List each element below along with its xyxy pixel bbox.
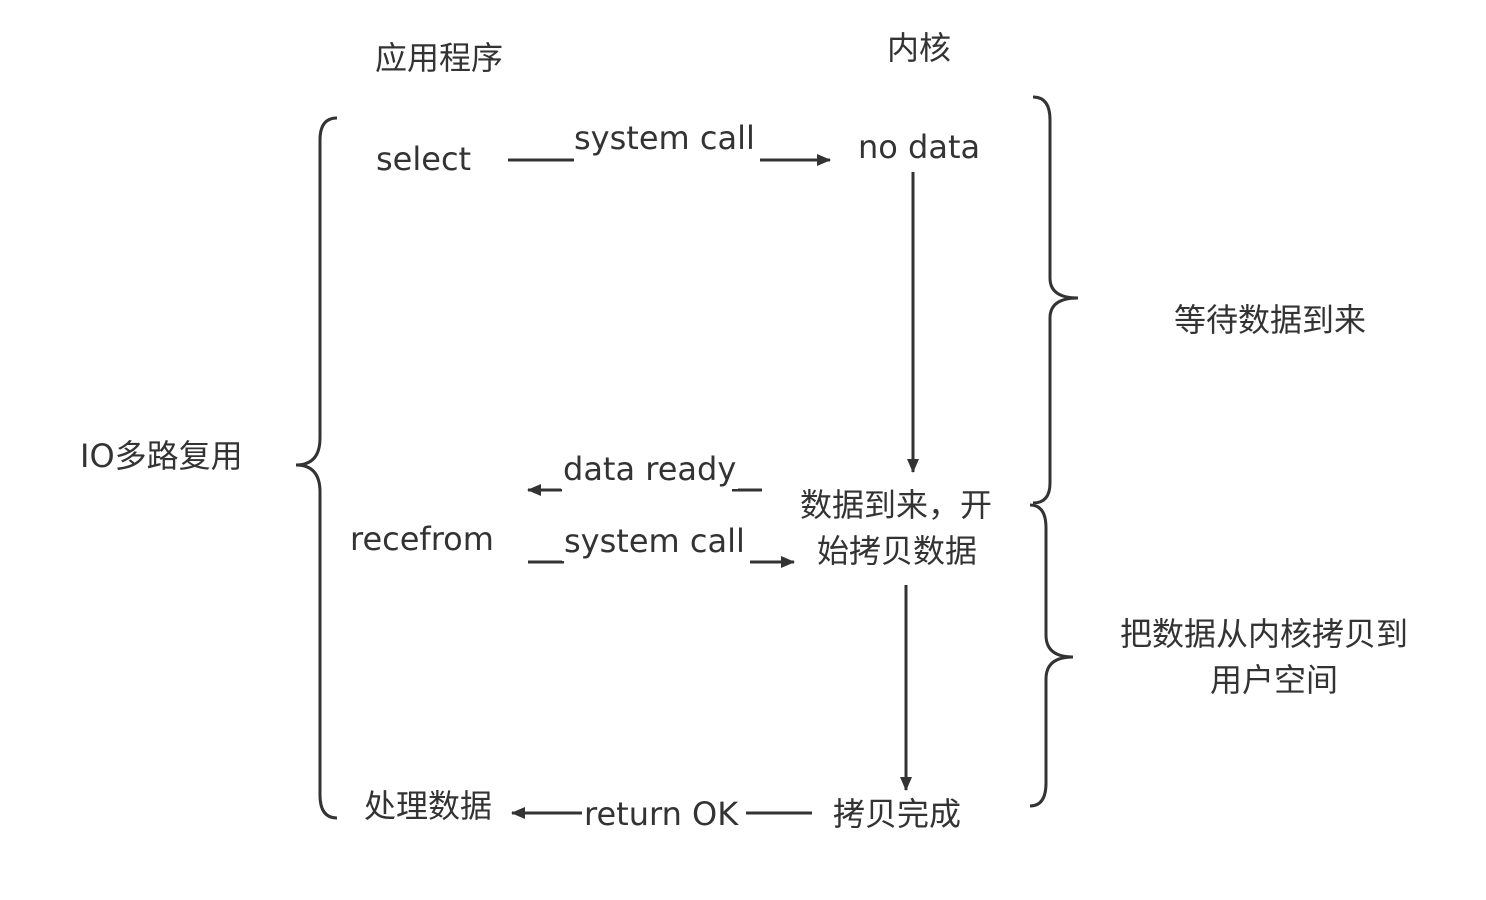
kernel-column-header: 内核: [885, 28, 954, 68]
app-step-process: 处理数据: [362, 786, 495, 826]
kernel-step-copy-done: 拷贝完成: [831, 794, 964, 834]
app-column-header: 应用程序: [373, 38, 506, 78]
app-step-recvfrom: recefrom: [348, 519, 496, 559]
wait-data-brace: [1032, 95, 1079, 505]
kernel-step-data-arrived-line1: 数据到来，开: [798, 485, 995, 525]
kernel-step-data-arrived-line2: 始拷贝数据: [815, 531, 980, 571]
label-io-multiplexing: IO多路复用: [78, 436, 245, 476]
io-multiplexing-brace: [295, 116, 338, 820]
message-system-call-2: system call: [562, 521, 747, 561]
label-copy-line2: 用户空间: [1208, 660, 1341, 700]
message-return-ok: return OK: [582, 794, 741, 834]
label-copy-line1: 把数据从内核拷贝到: [1118, 614, 1411, 654]
kernel-step-no-data: no data: [856, 127, 983, 167]
message-data-ready: data ready: [561, 449, 739, 489]
app-step-select: select: [374, 139, 474, 179]
label-wait-data: 等待数据到来: [1172, 300, 1369, 340]
copy-data-brace: [1029, 503, 1074, 808]
message-system-call-1: system call: [572, 118, 757, 158]
